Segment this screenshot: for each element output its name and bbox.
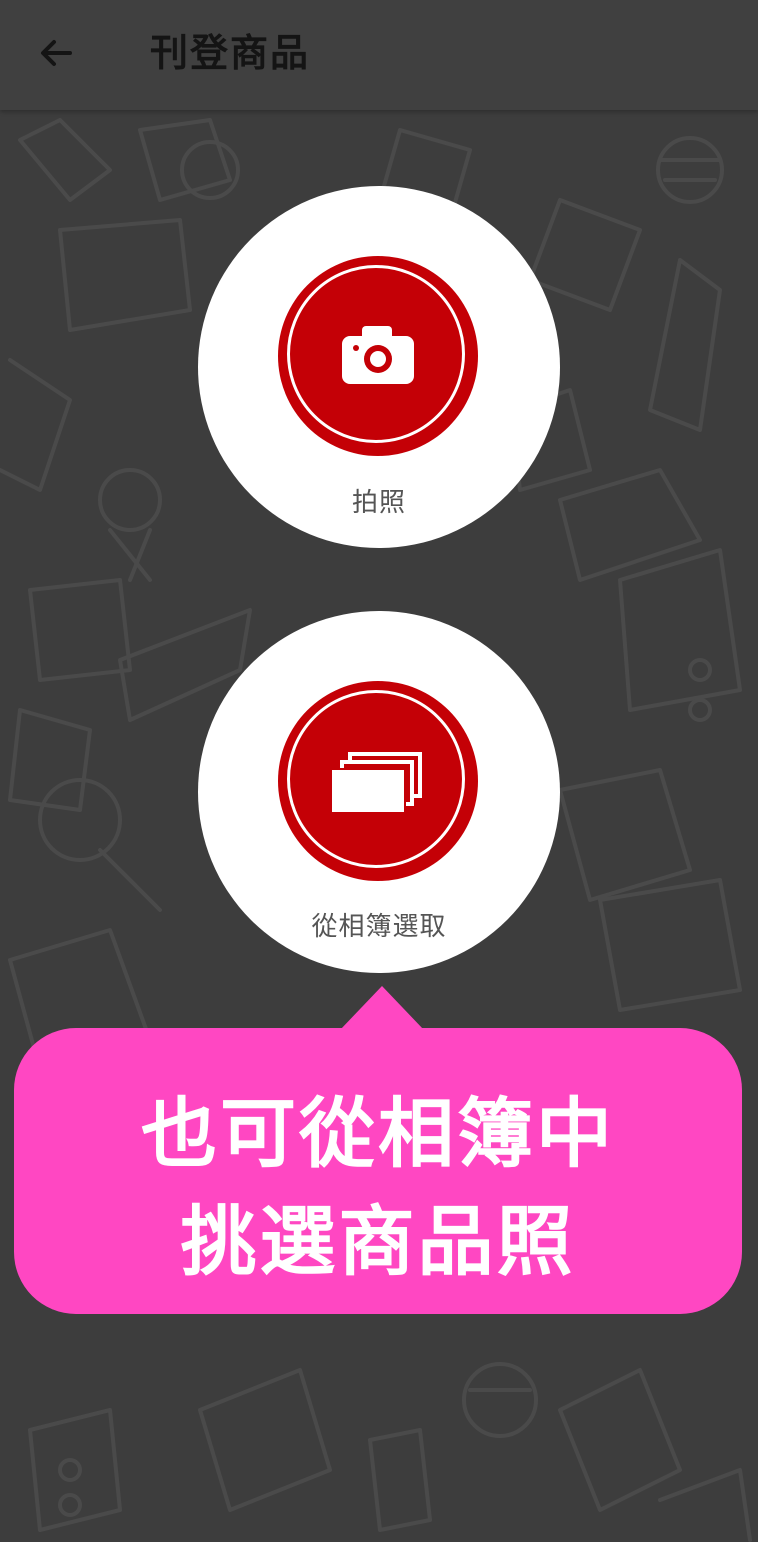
page-title: 刊登商品 bbox=[150, 31, 311, 75]
choose-from-album-button[interactable]: 從相簿選取 bbox=[198, 611, 560, 973]
choose-from-album-label: 從相簿選取 bbox=[311, 912, 447, 942]
take-photo-button[interactable]: 拍照 bbox=[198, 186, 560, 548]
photo-stack-icon bbox=[332, 752, 422, 812]
callout-line-1: 也可從相簿中 bbox=[141, 1089, 615, 1178]
take-photo-label: 拍照 bbox=[351, 488, 406, 518]
screen: 刊登商品 拍照 從相簿選取 也可從相簿中 挑選商品照 bbox=[0, 0, 758, 1542]
callout-text: 也可從相簿中 挑選商品照 bbox=[14, 1080, 742, 1296]
take-photo-icon-badge bbox=[278, 256, 478, 456]
arrow-left-icon bbox=[41, 40, 72, 66]
back-button[interactable] bbox=[28, 25, 84, 81]
callout-pointer bbox=[340, 986, 424, 1030]
tip-callout: 也可從相簿中 挑選商品照 bbox=[14, 1028, 742, 1314]
top-app-bar: 刊登商品 bbox=[0, 0, 758, 110]
camera-icon bbox=[342, 326, 414, 384]
callout-line-2: 挑選商品照 bbox=[180, 1197, 576, 1286]
album-icon-badge bbox=[278, 681, 478, 881]
